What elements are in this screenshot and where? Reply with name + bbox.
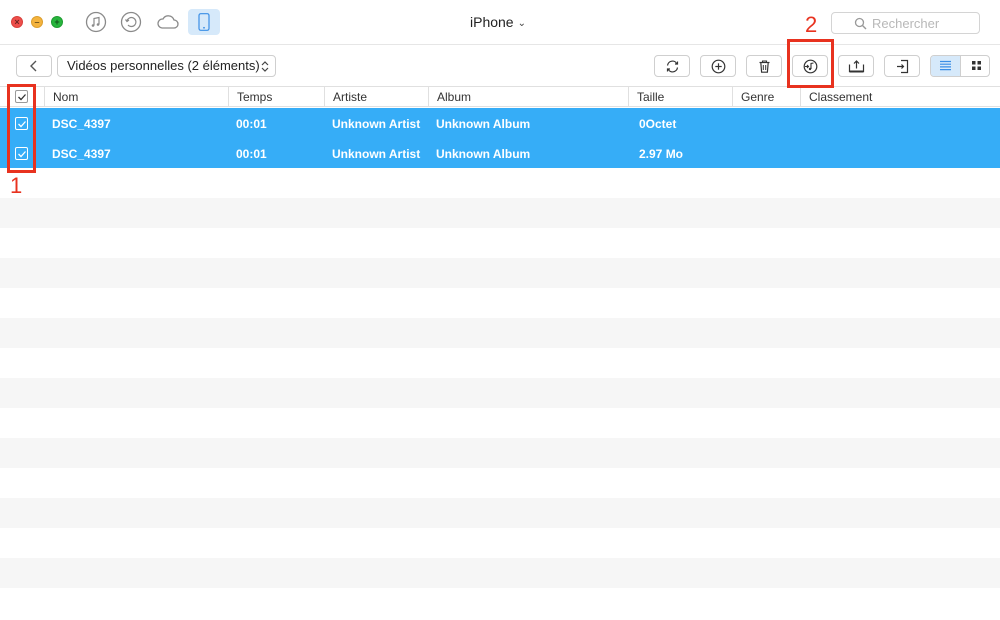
annotation-number-1: 1 [10,173,23,198]
to-computer-icon [848,60,864,73]
list-view-button[interactable] [931,56,961,76]
delete-button[interactable] [746,55,782,77]
annotation-box-2 [787,39,834,88]
table-row[interactable]: DSC_4397 00:01 Unknown Artist Unknown Al… [0,138,1000,168]
column-header-genre[interactable]: Genre [733,87,801,107]
table-row[interactable]: DSC_4397 00:01 Unknown Artist Unknown Al… [0,108,1000,138]
column-header-artiste[interactable]: Artiste [325,87,429,107]
annotation-box-1 [7,84,36,173]
empty-row [0,468,1000,498]
cell-size: 2.97 Mo [639,147,684,161]
add-icon [711,59,725,74]
iphone-device-icon[interactable] [188,9,220,35]
empty-row [0,198,1000,228]
chevron-down-icon: ⌄ [517,18,526,29]
refresh-icon [666,60,678,73]
empty-row [0,408,1000,438]
send-to-device-button[interactable] [884,55,920,77]
cell-artist: Unknown Artist [332,147,421,161]
cell-time: 00:01 [236,117,267,131]
annotation-number-2: 2 [805,12,818,37]
updown-chevron-icon [261,59,269,79]
column-header-album[interactable]: Album [429,87,629,107]
search-input[interactable] [872,15,976,31]
empty-row [0,168,1000,198]
category-select[interactable]: Vidéos personnelles (2 éléments) [57,55,276,77]
column-header-temps[interactable]: Temps [229,87,325,107]
category-label: Vidéos personnelles (2 éléments) [67,58,260,73]
empty-row [0,348,1000,378]
to-device-icon [896,59,908,74]
send-to-computer-button[interactable] [838,55,874,77]
empty-row [0,378,1000,408]
empty-row [0,588,1000,618]
cell-artist: Unknown Artist [332,117,421,131]
add-button[interactable] [700,55,736,77]
empty-row [0,258,1000,288]
column-header-taille[interactable]: Taille [629,87,733,107]
app-window: × – + iPhone⌄ Vidéos person [0,0,1000,620]
empty-row [0,528,1000,558]
column-header-nom[interactable]: Nom [45,87,229,107]
empty-row [0,228,1000,258]
empty-row [0,498,1000,528]
grid-view-icon [971,61,981,70]
empty-row [0,288,1000,318]
minimize-window-button[interactable]: – [31,16,43,28]
close-window-button[interactable]: × [11,16,23,28]
cell-name: DSC_4397 [52,147,111,161]
trash-icon [759,60,769,73]
toolbar: Vidéos personnelles (2 éléments) [0,46,1000,86]
search-icon [854,17,867,35]
device-name: iPhone [470,14,514,30]
grid-view-button[interactable] [961,56,989,76]
maximize-window-button[interactable]: + [51,16,63,28]
cell-size: 0Octet [639,117,677,131]
list-view-icon [940,60,951,71]
empty-row [0,318,1000,348]
chevron-left-icon [30,60,37,72]
cell-name: DSC_4397 [52,117,111,131]
table-header: Nom Temps Artiste Album Taille Genre Cla… [0,86,1000,107]
column-header-classement[interactable]: Classement [801,87,1000,107]
empty-row [0,558,1000,588]
search-box[interactable] [831,12,980,34]
title-bar: × – + iPhone ⌄ [0,0,1000,45]
refresh-button[interactable] [654,55,690,77]
back-button[interactable] [16,55,52,77]
cell-album: Unknown Album [436,147,531,161]
itunes-music-icon[interactable] [85,11,107,33]
icloud-icon[interactable] [155,11,181,33]
device-selector[interactable]: iPhone ⌄ [470,14,526,30]
view-mode-toggle [930,55,990,77]
cell-album: Unknown Album [436,117,531,131]
table-body: DSC_4397 00:01 Unknown Artist Unknown Al… [0,108,1000,620]
empty-row [0,438,1000,468]
cell-time: 00:01 [236,147,267,161]
restore-history-icon[interactable] [120,11,142,33]
